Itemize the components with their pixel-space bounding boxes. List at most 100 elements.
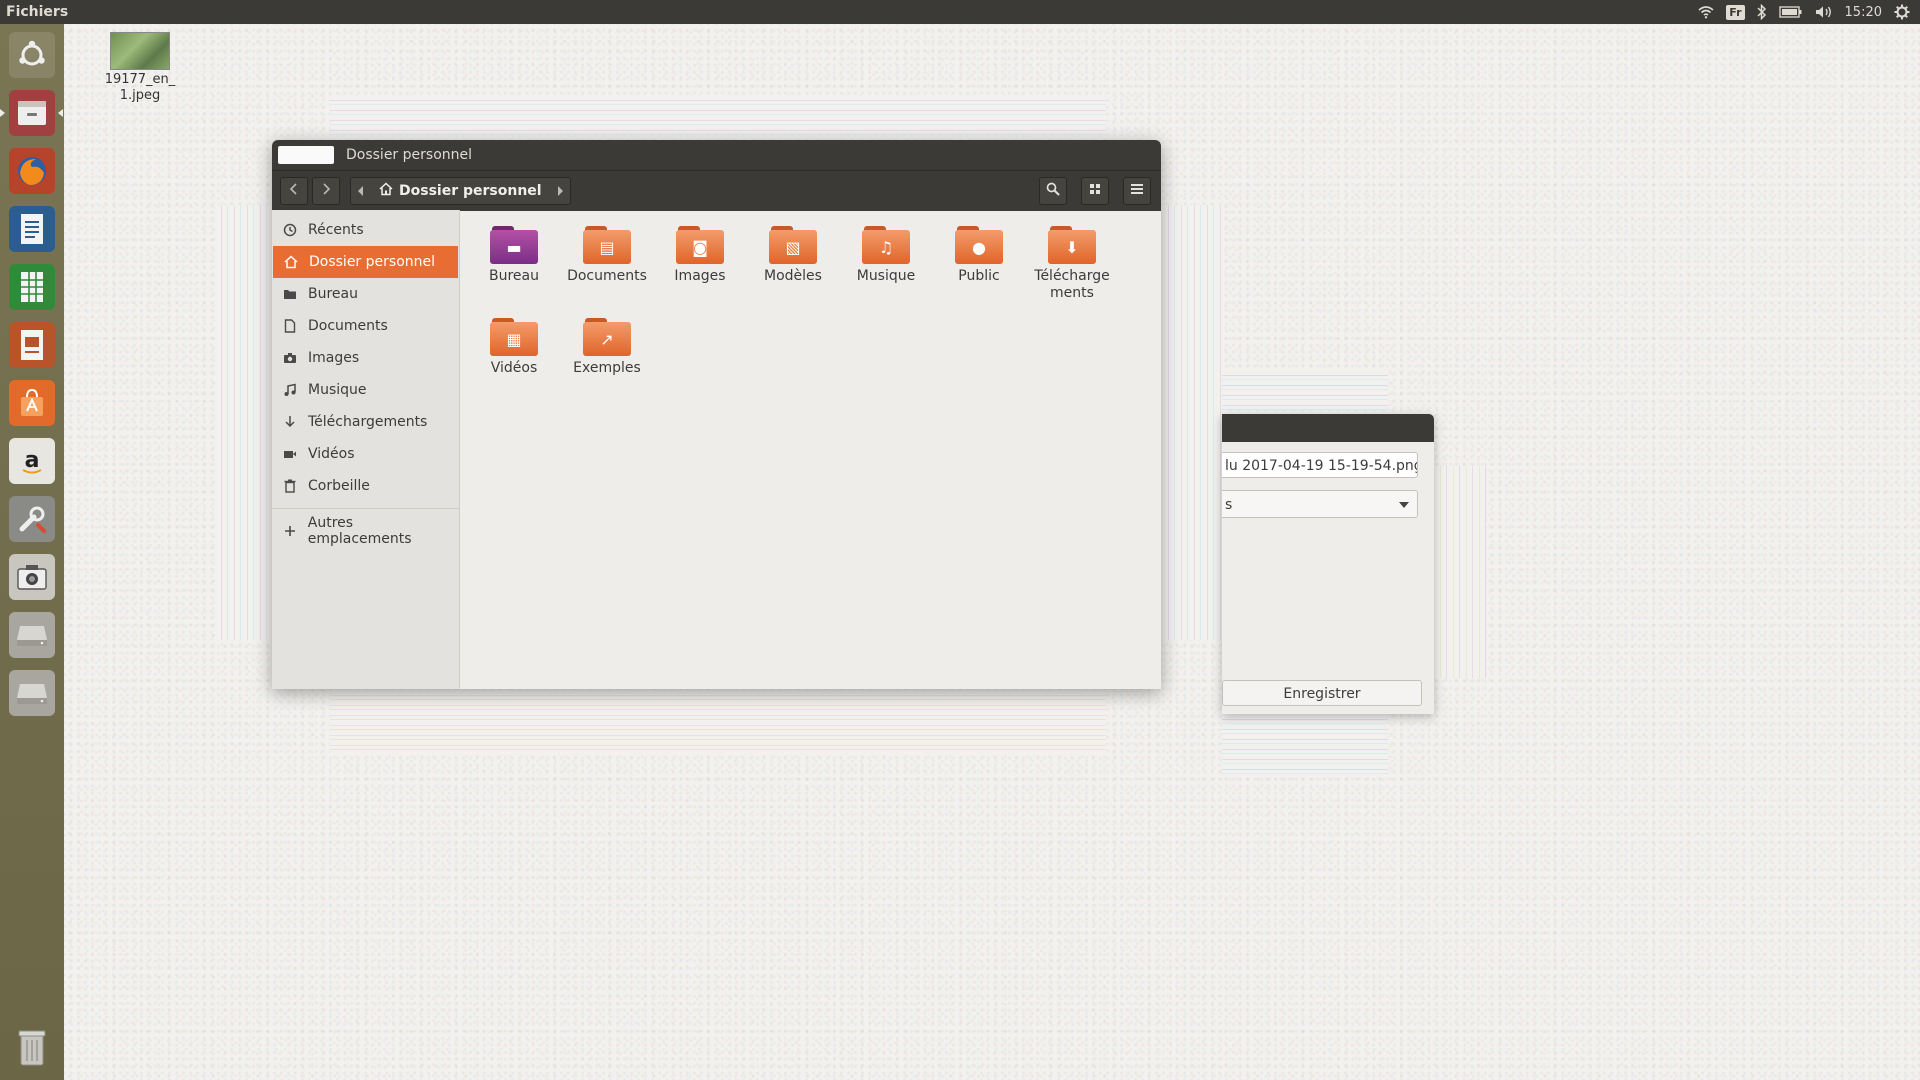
- desktop-file[interactable]: 19177_en_1.jpeg: [100, 32, 180, 104]
- window-titlebar[interactable]: Dossier personnel: [272, 140, 1161, 170]
- sidebar-item-label: Vidéos: [308, 446, 355, 462]
- sidebar-item-label: Autres emplacements: [307, 515, 412, 547]
- glitch-artifact-dialog-top: [1222, 370, 1388, 410]
- sidebar-item-home[interactable]: Dossier personnel: [273, 246, 458, 278]
- hamburger-menu-icon: [1130, 183, 1144, 199]
- glitch-artifact-dialog-right: [1434, 466, 1486, 678]
- filename-input[interactable]: lu 2017-04-19 15-19-54.png: [1222, 452, 1418, 478]
- shopping-bag-icon: [9, 380, 55, 426]
- clock-icon: [282, 222, 298, 238]
- launcher: a: [0, 24, 64, 1080]
- folder-item-templates[interactable]: ▧ Modèles: [747, 224, 839, 284]
- trash-icon: [9, 1024, 55, 1070]
- bluetooth-icon[interactable]: [1757, 3, 1767, 21]
- folder-label: Bureau: [489, 268, 539, 284]
- launcher-files[interactable]: [0, 86, 63, 140]
- folder-item-examples[interactable]: ↗ Exemples: [561, 316, 653, 376]
- folder-item-music[interactable]: ♫ Musique: [840, 224, 932, 284]
- top-panel: Fichiers Fr 15:20: [0, 0, 1920, 24]
- folder-label: Musique: [856, 268, 916, 284]
- launcher-trash[interactable]: [5, 1020, 59, 1074]
- music-icon: [282, 382, 298, 398]
- app-menu-title[interactable]: Fichiers: [0, 4, 68, 20]
- folder-grid: ▬ Bureau ▤ Documents ◙ Images ▧ Modèles …: [460, 210, 1161, 689]
- launcher-amazon[interactable]: a: [5, 434, 59, 488]
- trash-icon: [282, 478, 298, 494]
- gear-icon[interactable]: [1894, 3, 1910, 21]
- launcher-drive-1[interactable]: [5, 608, 59, 662]
- launcher-software-center[interactable]: [5, 376, 59, 430]
- folder-item-downloads[interactable]: ⬇ Télécharge ments: [1026, 224, 1118, 302]
- menu-button[interactable]: [1123, 177, 1151, 205]
- dropdown-caret-icon: [1399, 502, 1409, 508]
- sidebar-item-trash[interactable]: Corbeille: [272, 470, 459, 502]
- dialog-titlebar[interactable]: [1222, 414, 1434, 442]
- breadcrumb-left-arrow[interactable]: [351, 178, 371, 204]
- folder-item-public[interactable]: ● Public: [933, 224, 1025, 284]
- sidebar-item-music[interactable]: Musique: [272, 374, 459, 406]
- sidebar-item-label: Téléchargements: [308, 414, 428, 430]
- image-thumbnail: [110, 32, 170, 70]
- window-body: Récents Dossier personnel Bureau Documen…: [272, 210, 1161, 689]
- folder-combo-value: s: [1225, 497, 1233, 513]
- sidebar-item-label: Dossier personnel: [309, 254, 436, 270]
- public-folder-icon: ●: [955, 224, 1003, 264]
- launcher-calc[interactable]: [5, 260, 59, 314]
- launcher-screenshot[interactable]: [5, 550, 59, 604]
- sidebar-item-videos[interactable]: Vidéos: [272, 438, 459, 470]
- view-toggle-button[interactable]: [1081, 177, 1109, 205]
- launcher-impress[interactable]: [5, 318, 59, 372]
- launcher-firefox[interactable]: [5, 144, 59, 198]
- home-icon: [379, 182, 393, 200]
- desktop-file-label: 19177_en_1.jpeg: [104, 72, 176, 103]
- folder-combo[interactable]: s: [1222, 490, 1418, 518]
- launcher-drive-2[interactable]: [5, 666, 59, 720]
- camera-icon: [282, 350, 298, 366]
- header-toolbar: Dossier personnel: [272, 170, 1161, 211]
- breadcrumb-home[interactable]: Dossier personnel: [371, 178, 550, 204]
- video-icon: [282, 446, 298, 462]
- sidebar-item-recents[interactable]: Récents: [272, 214, 459, 246]
- sidebar-item-label: Documents: [308, 318, 388, 334]
- breadcrumb-label: Dossier personnel: [399, 183, 542, 199]
- sidebar-item-desktop[interactable]: Bureau: [272, 278, 459, 310]
- launcher-settings[interactable]: [5, 492, 59, 546]
- window-controls-placeholder: [278, 146, 334, 164]
- battery-icon[interactable]: [1778, 3, 1803, 21]
- wifi-icon[interactable]: [1698, 3, 1714, 21]
- forward-button[interactable]: [312, 177, 340, 205]
- sidebar-item-other-locations[interactable]: Autres emplacements: [272, 515, 459, 547]
- search-icon: [1046, 182, 1060, 200]
- folder-item-desktop[interactable]: ▬ Bureau: [468, 224, 560, 284]
- folder-label: Télécharge ments: [1034, 268, 1110, 301]
- keyboard-layout-indicator[interactable]: Fr: [1726, 4, 1745, 20]
- templates-folder-icon: ▧: [769, 224, 817, 264]
- system-tray: Fr 15:20: [1698, 0, 1920, 24]
- chevron-right-icon: [321, 183, 331, 199]
- launcher-dash[interactable]: [5, 28, 59, 82]
- hard-drive-icon: [9, 670, 55, 716]
- clock[interactable]: 15:20: [1845, 5, 1882, 20]
- glitch-artifact-dialog-bottom: [1222, 714, 1388, 774]
- sidebar-item-label: Musique: [308, 382, 367, 398]
- search-button[interactable]: [1039, 177, 1067, 205]
- documents-folder-icon: ▤: [583, 224, 631, 264]
- launcher-writer[interactable]: [5, 202, 59, 256]
- save-button[interactable]: Enregistrer: [1222, 680, 1422, 706]
- toolbar-actions: [1039, 177, 1151, 205]
- folder-item-documents[interactable]: ▤ Documents: [561, 224, 653, 284]
- breadcrumb-right-arrow[interactable]: [550, 178, 570, 204]
- folder-item-pictures[interactable]: ◙ Images: [654, 224, 746, 284]
- folder-label: Exemples: [573, 360, 641, 376]
- volume-icon[interactable]: [1815, 3, 1833, 21]
- sidebar-item-documents[interactable]: Documents: [272, 310, 459, 342]
- sidebar-item-label: Images: [308, 350, 360, 366]
- sidebar-item-pictures[interactable]: Images: [272, 342, 459, 374]
- amazon-icon: a: [9, 438, 55, 484]
- places-sidebar: Récents Dossier personnel Bureau Documen…: [272, 210, 460, 689]
- download-icon: [282, 414, 298, 430]
- sidebar-item-downloads[interactable]: Téléchargements: [272, 406, 459, 438]
- back-button[interactable]: [280, 177, 308, 205]
- focus-indicator: [58, 109, 63, 117]
- folder-item-videos[interactable]: ▦ Vidéos: [468, 316, 560, 376]
